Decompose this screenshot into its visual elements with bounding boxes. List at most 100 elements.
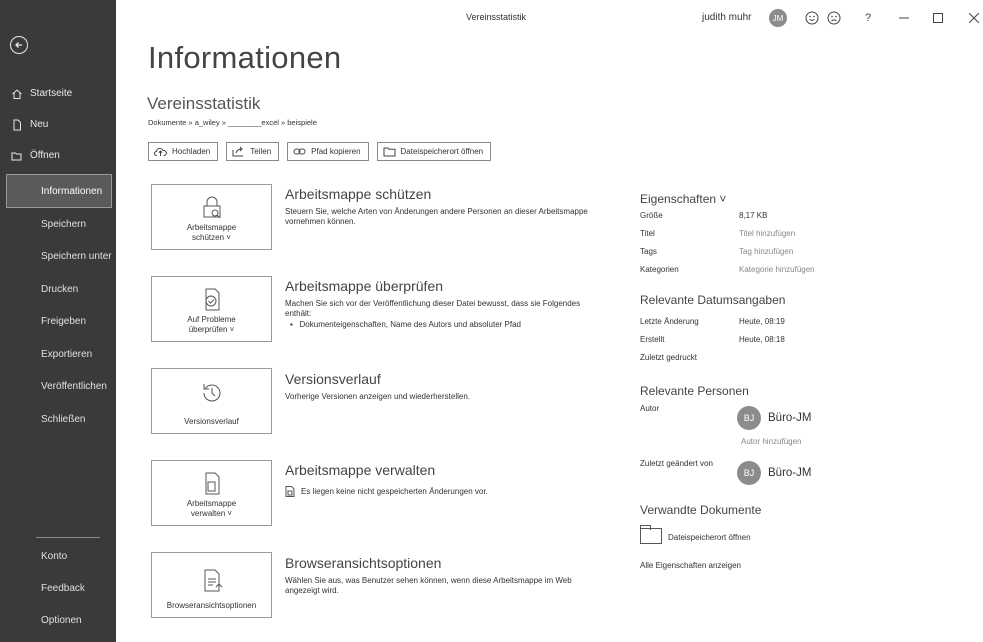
section-desc-manage: Es liegen keine nicht gespeicherten Ände…: [301, 486, 488, 496]
sidebar-item-speichern-unter[interactable]: Speichern unter: [0, 241, 116, 274]
document-name: Vereinsstatistik: [147, 94, 261, 113]
back-arrow-icon[interactable]: [10, 36, 28, 54]
inspect-bullet-item: ▪ Dokumenteigenschaften, Name des Autors…: [290, 320, 521, 329]
user-name[interactable]: judith muhr: [702, 12, 751, 23]
sidebar-item-drucken[interactable]: Drucken: [0, 273, 116, 306]
share-icon: [232, 146, 244, 157]
date-key-modified: Letzte Änderung: [640, 317, 699, 326]
button-label-line1: Versionsverlauf: [184, 417, 239, 426]
related-documents-heading: Verwandte Dokumente: [640, 503, 762, 517]
sidebar-item-label: Startseite: [30, 88, 73, 99]
minimize-icon[interactable]: [896, 10, 912, 26]
close-icon[interactable]: [966, 10, 982, 26]
section-desc-versions: Vorherige Versionen anzeigen und wiederh…: [285, 392, 471, 401]
author-label: Autor: [640, 404, 660, 413]
sidebar-item-label: Veröffentlichen: [41, 381, 107, 393]
document-icon: [285, 486, 295, 497]
sidebar-item-startseite[interactable]: Startseite: [0, 78, 116, 109]
smiley-feedback-icon[interactable]: [804, 10, 820, 26]
lock-icon: [203, 196, 220, 219]
manage-workbook-button[interactable]: Arbeitsmappe verwalten ˅: [151, 460, 272, 526]
title-bar: Vereinsstatistik judith muhr JM ?: [116, 0, 983, 34]
upload-button[interactable]: Hochladen: [148, 142, 219, 161]
property-value-categories[interactable]: Kategorie hinzufügen: [739, 265, 815, 274]
properties-heading[interactable]: Eigenschaften ˅: [640, 192, 726, 206]
section-desc-protect: Steuern Sie, welche Arten von Änderungen…: [285, 207, 588, 226]
sidebar-item-schliessen[interactable]: Schließen: [0, 403, 116, 436]
history-icon: [203, 384, 220, 402]
show-all-properties-link[interactable]: Alle Eigenschaften anzeigen: [640, 561, 741, 570]
sidebar-item-neu[interactable]: Neu: [0, 109, 116, 140]
date-value-created: Heute, 08:18: [739, 335, 785, 344]
folder-icon: [383, 147, 396, 157]
property-value-tags[interactable]: Tag hinzufügen: [739, 247, 793, 256]
bullet-text: Dokumenteigenschaften, Name des Autors u…: [299, 320, 521, 329]
help-icon[interactable]: ?: [860, 10, 876, 26]
sidebar-item-optionen[interactable]: Optionen: [0, 604, 116, 636]
sidebar-item-oeffnen[interactable]: Öffnen: [0, 140, 116, 171]
upload-label: Hochladen: [172, 147, 211, 156]
sidebar-item-freigeben[interactable]: Freigeben: [0, 306, 116, 339]
sidebar-item-veroeffentlichen[interactable]: Veröffentlichen: [0, 371, 116, 404]
modifier-name[interactable]: Büro-JM: [768, 467, 811, 479]
browser-view-icon: [204, 569, 222, 592]
property-value-title[interactable]: Titel hinzufügen: [739, 229, 795, 238]
property-key-tags: Tags: [640, 247, 657, 256]
section-desc-manage-row: Es liegen keine nicht gespeicherten Ände…: [285, 486, 595, 497]
button-label-line2: überprüfen ˅: [188, 325, 235, 334]
sidebar-item-feedback[interactable]: Feedback: [0, 572, 116, 604]
cloud-upload-icon: [154, 147, 167, 156]
frown-feedback-icon[interactable]: [826, 10, 842, 26]
page-title: Informationen: [148, 40, 342, 75]
maximize-icon[interactable]: [930, 10, 946, 26]
backstage-sidebar: Startseite Neu Öffnen Informationen Spei…: [0, 0, 116, 642]
section-title-browser: Browseransichtsoptionen: [285, 555, 442, 571]
section-title-manage: Arbeitsmappe verwalten: [285, 462, 436, 478]
copy-path-button[interactable]: Pfad kopieren: [287, 142, 369, 161]
user-avatar[interactable]: JM: [769, 9, 787, 27]
section-title-protect: Arbeitsmappe schützen: [285, 186, 432, 202]
folder-icon[interactable]: [640, 525, 662, 544]
home-icon: [10, 87, 24, 101]
protect-workbook-button[interactable]: Arbeitsmappe schützen ˅: [151, 184, 272, 250]
open-file-location-link[interactable]: Dateispeicherort öffnen: [668, 533, 751, 542]
section-title-inspect: Arbeitsmappe überprüfen: [285, 278, 443, 294]
button-label-line1: Arbeitsmappe: [186, 499, 237, 508]
version-history-button[interactable]: Versionsverlauf: [151, 368, 272, 434]
sidebar-item-label: Schließen: [41, 413, 86, 425]
info-toolbar: Hochladen Teilen Pfad kopieren Dateispei…: [148, 142, 492, 161]
sidebar-item-label: Informationen: [41, 185, 103, 197]
link-icon: [293, 148, 306, 155]
author-avatar[interactable]: BJ: [737, 406, 761, 430]
people-heading: Relevante Personen: [640, 384, 749, 398]
open-file-location-button[interactable]: Dateispeicherort öffnen: [376, 142, 492, 161]
sidebar-item-konto[interactable]: Konto: [0, 540, 116, 572]
modifier-avatar[interactable]: BJ: [737, 461, 761, 485]
share-label: Teilen: [250, 147, 272, 156]
button-label-line1: Auf Probleme: [187, 315, 236, 324]
sidebar-item-label: Optionen: [41, 614, 82, 626]
sidebar-divider: [36, 537, 100, 538]
sidebar-item-label: Drucken: [41, 283, 79, 295]
property-value-size: 8,17 KB: [739, 211, 768, 220]
button-label-line2: verwalten ˅: [190, 509, 233, 518]
browser-view-options-button[interactable]: Browseransichtsoptionen: [151, 552, 272, 618]
button-label-line2: schützen ˅: [192, 233, 231, 242]
share-button[interactable]: Teilen: [226, 142, 280, 161]
last-modified-by-label: Zuletzt geändert von: [640, 459, 713, 468]
new-document-icon: [10, 118, 24, 132]
sidebar-item-label: Speichern: [41, 218, 87, 230]
sidebar-item-informationen[interactable]: Informationen: [6, 174, 112, 208]
button-label-line1: Arbeitsmappe: [186, 223, 237, 232]
sidebar-item-speichern[interactable]: Speichern: [0, 208, 116, 241]
sidebar-item-label: Neu: [30, 119, 49, 130]
author-name[interactable]: Büro-JM: [768, 412, 811, 424]
open-location-label: Dateispeicherort öffnen: [400, 147, 484, 156]
sidebar-item-label: Öffnen: [30, 150, 60, 161]
check-for-issues-button[interactable]: Auf Probleme überprüfen ˅: [151, 276, 272, 342]
sidebar-item-label: Feedback: [41, 582, 85, 594]
date-value-modified: Heute, 08:19: [739, 317, 785, 326]
sidebar-item-label: Konto: [41, 550, 68, 562]
sidebar-item-exportieren[interactable]: Exportieren: [0, 338, 116, 371]
add-author-link[interactable]: Autor hinzufügen: [741, 437, 802, 446]
